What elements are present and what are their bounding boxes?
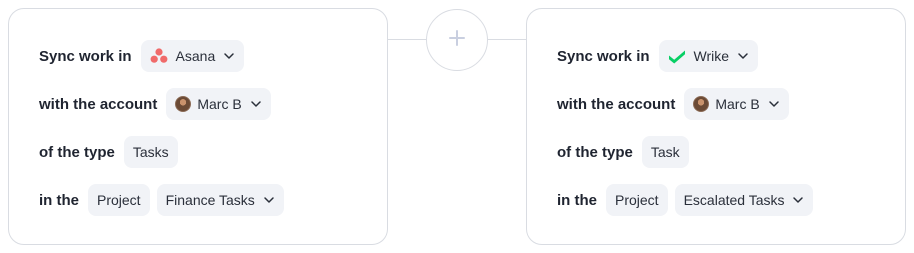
user-avatar	[693, 96, 710, 112]
add-sync-button[interactable]	[426, 9, 488, 71]
chevron-down-icon	[250, 98, 262, 110]
chevron-down-icon	[768, 98, 780, 110]
sync-app-row: Sync work in Asana	[39, 40, 251, 72]
project-select[interactable]: Escalated Tasks	[674, 184, 814, 216]
type-chip: Task	[641, 136, 689, 168]
account-select-value: Marc B	[715, 96, 760, 112]
project-select-value: Finance Tasks	[165, 192, 255, 208]
project-row: in the Project Finance Tasks	[39, 184, 291, 216]
app-select[interactable]: Wrike	[658, 40, 759, 72]
app-select-value: Asana	[175, 48, 216, 64]
connector-line-left	[388, 39, 426, 40]
container-type-chip: Project	[88, 184, 150, 216]
account-select[interactable]: Marc B	[166, 88, 271, 120]
sync-app-row: Sync work in Wrike	[557, 40, 765, 72]
connector-line-right	[488, 39, 526, 40]
account-row: with the account Marc B	[39, 88, 278, 120]
asana-logo-icon	[150, 47, 168, 65]
plus-icon	[449, 29, 465, 51]
chevron-down-icon	[792, 194, 804, 206]
account-select-value: Marc B	[197, 96, 242, 112]
account-select[interactable]: Marc B	[684, 88, 789, 120]
sync-work-label: Sync work in	[39, 47, 132, 65]
user-avatar	[175, 96, 192, 112]
type-label: of the type	[557, 143, 633, 161]
in-the-label: in the	[39, 191, 79, 209]
in-the-label: in the	[557, 191, 597, 209]
app-select-value: Wrike	[693, 48, 730, 64]
app-select[interactable]: Asana	[140, 40, 245, 72]
chevron-down-icon	[737, 50, 749, 62]
type-chip: Tasks	[123, 136, 178, 168]
project-select-value: Escalated Tasks	[683, 192, 785, 208]
wrike-logo-icon	[668, 47, 686, 65]
container-type-chip: Project	[606, 184, 668, 216]
account-row: with the account Marc B	[557, 88, 796, 120]
chevron-down-icon	[223, 50, 235, 62]
account-label: with the account	[557, 95, 676, 113]
right-sync-card: Sync work in Wrike with the account Marc…	[526, 8, 906, 245]
sync-work-label: Sync work in	[557, 47, 650, 65]
chevron-down-icon	[263, 194, 275, 206]
project-row: in the Project Escalated Tasks	[557, 184, 820, 216]
type-row: of the type Task	[557, 136, 696, 168]
left-sync-card: Sync work in Asana with the account Marc…	[8, 8, 388, 245]
account-label: with the account	[39, 95, 158, 113]
type-label: of the type	[39, 143, 115, 161]
type-row: of the type Tasks	[39, 136, 185, 168]
project-select[interactable]: Finance Tasks	[156, 184, 284, 216]
